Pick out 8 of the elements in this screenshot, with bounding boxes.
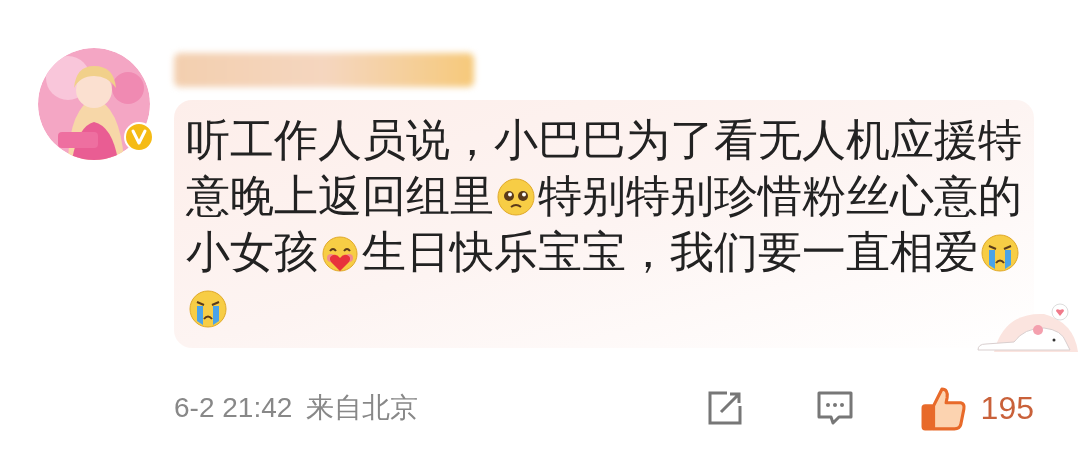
thumbs-up-icon — [920, 385, 967, 431]
pleading-face-icon — [496, 177, 536, 217]
comment-time: 6-2 21:42 — [174, 391, 293, 425]
crying-face-icon — [188, 289, 228, 329]
comment-text: 听工作人员说，小巴巴为了看无人机应援特意晚上返回组里 特别特别珍惜粉丝心意的小女孩 生日快乐宝宝，我们要一直相爱 — [186, 112, 1032, 336]
like-button[interactable]: 195 — [920, 384, 1034, 432]
crying-face-icon — [980, 233, 1020, 273]
comment-location: 来自北京 — [306, 391, 419, 425]
